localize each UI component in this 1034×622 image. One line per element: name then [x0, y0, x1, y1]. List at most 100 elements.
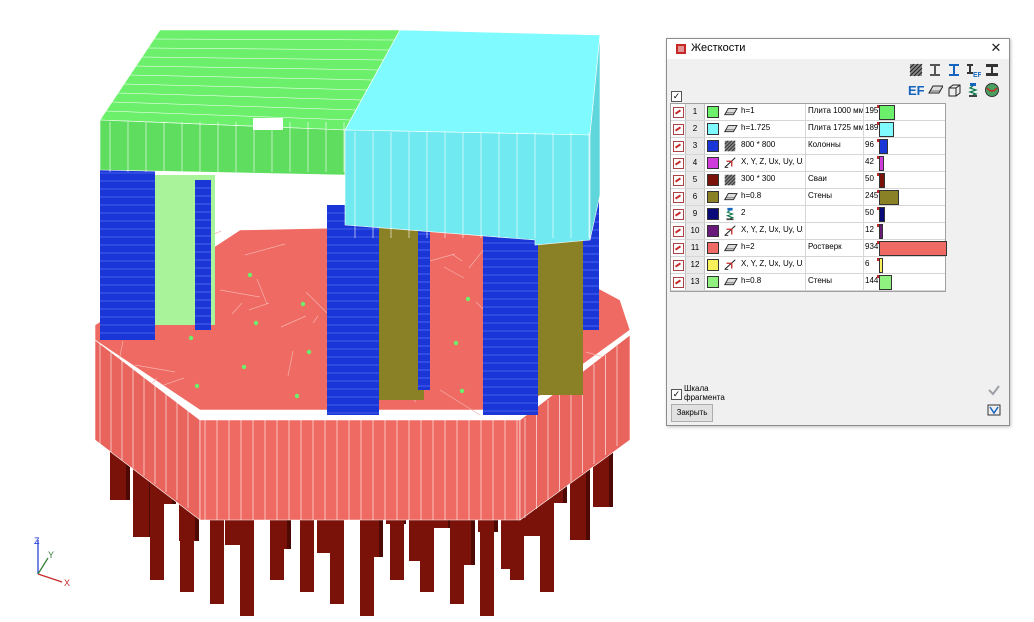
stiffness-name: Стены [805, 274, 864, 290]
row-number: 1 [685, 104, 705, 120]
column-center [327, 205, 379, 415]
element-count-bar [879, 173, 885, 188]
delete-row-icon[interactable] [673, 277, 684, 288]
stiffness-row[interactable]: 6 h=0.8 Стены 245 [671, 189, 945, 206]
delete-row-icon[interactable] [673, 141, 684, 152]
stiffness-row[interactable]: 1 h=1 Плита 1000 мм 195 [671, 104, 945, 121]
stiffness-app-icon [676, 44, 686, 54]
spring-icon[interactable] [964, 81, 982, 99]
row-number: 4 [685, 155, 705, 171]
stiffness-color-swatch[interactable] [707, 157, 719, 169]
axis-y-label: Y [48, 550, 54, 560]
ef-text-icon[interactable]: EF [907, 81, 925, 99]
axis-x-label: X [64, 578, 70, 588]
scale-fragment-checkbox[interactable]: ✓ [671, 389, 682, 400]
stiffness-row[interactable]: 2 h=1.725 Плита 1725 мм 189 [671, 121, 945, 138]
element-count: 934 [863, 240, 880, 256]
stiffness-row[interactable]: 11 h=2 Ростверк 934 [671, 240, 947, 257]
close-button[interactable]: Закрыть [671, 404, 713, 422]
stiffness-color-swatch[interactable] [707, 259, 719, 271]
column-right [483, 235, 538, 415]
plate-icon [721, 122, 739, 136]
dialog-title: Жесткости [691, 42, 746, 54]
element-count-bar [879, 156, 884, 171]
slab-opening [253, 118, 283, 130]
delete-row-icon[interactable] [673, 107, 684, 118]
element-count: 245 [863, 189, 880, 205]
solid-icon[interactable] [945, 81, 963, 99]
stiffness-color-swatch[interactable] [707, 276, 719, 288]
stiffness-parameters: X, Y, Z, Ux, Uy, Uz [741, 225, 803, 234]
model-3d-view[interactable]: Z X Y [0, 0, 660, 622]
sphere-icon[interactable] [983, 81, 1001, 99]
delete-row-icon[interactable] [673, 158, 684, 169]
stiffness-name [805, 206, 864, 222]
stiffness-color-swatch[interactable] [707, 191, 719, 203]
delete-row-icon[interactable] [673, 124, 684, 135]
delete-row-icon[interactable] [673, 175, 684, 186]
stiffness-row[interactable]: 9 2 50 [671, 206, 945, 223]
apply-check-icon[interactable] [987, 383, 1001, 397]
stiffness-color-swatch[interactable] [707, 174, 719, 186]
node-marker [300, 301, 306, 307]
stiffness-color-swatch[interactable] [707, 106, 719, 118]
column-left-back [195, 180, 211, 330]
axis-x-line [37, 573, 63, 583]
stiffness-parameters: 300 * 300 [741, 174, 776, 183]
axis-z-label: Z [34, 536, 40, 546]
column-center-back [418, 210, 430, 390]
stiffness-row[interactable]: 3 800 * 800 Колонны 96 [671, 138, 945, 155]
node-marker [465, 296, 471, 302]
spring-icon [721, 207, 739, 221]
delete-row-icon[interactable] [673, 192, 684, 203]
stiffness-color-swatch[interactable] [707, 123, 719, 135]
element-count-bar [879, 139, 888, 154]
hatched-section-icon [721, 139, 739, 153]
stiffness-parameters: h=0.8 [741, 191, 762, 200]
stiffness-parameters: X, Y, Z, Ux, Uy, Uz [741, 259, 803, 268]
element-count-bar [879, 275, 892, 290]
element-count: 50 [863, 206, 880, 222]
refresh-icon[interactable] [987, 403, 1001, 417]
hatched-section-icon[interactable] [907, 61, 925, 79]
connector-icon [721, 224, 739, 238]
plate-icon[interactable] [926, 81, 944, 99]
row-number: 12 [685, 257, 705, 273]
stiffness-row[interactable]: 10 X, Y, Z, Ux, Uy, Uz 12 [671, 223, 945, 240]
row-number: 9 [685, 206, 705, 222]
delete-row-icon[interactable] [673, 243, 684, 254]
hatched-section-icon [721, 173, 739, 187]
stiffness-name: Сваи [805, 172, 864, 188]
plate-icon [721, 190, 739, 204]
select-all-checkbox[interactable]: ✓ [671, 91, 682, 102]
model-viewport[interactable]: Z X Y [0, 0, 660, 622]
stiffness-row[interactable]: 12 X, Y, Z, Ux, Uy, Uz 6 [671, 257, 945, 274]
stiffness-color-swatch[interactable] [707, 140, 719, 152]
stiffness-name: Ростверк [805, 240, 864, 256]
dialog-titlebar[interactable]: Жесткости ✕ [667, 39, 1009, 59]
stiffness-row[interactable]: 13 h=0.8 Стены 144 [671, 274, 945, 291]
stiffness-row[interactable]: 4 X, Y, Z, Ux, Uy, Uz 42 [671, 155, 945, 172]
stiffness-parameters: h=0.8 [741, 276, 762, 285]
delete-row-icon[interactable] [673, 209, 684, 220]
close-icon[interactable]: ✕ [989, 40, 1003, 56]
element-count: 144 [863, 274, 880, 290]
stiffness-row[interactable]: 5 300 * 300 Сваи 50 [671, 172, 945, 189]
delete-row-icon[interactable] [673, 260, 684, 271]
stiffness-color-swatch[interactable] [707, 225, 719, 237]
i-beam-alt-icon[interactable] [945, 61, 963, 79]
column-left [100, 165, 155, 340]
row-number: 13 [685, 274, 705, 290]
svg-text:EF: EF [973, 72, 981, 78]
beam-stack-icon[interactable] [983, 61, 1001, 79]
row-number: 10 [685, 223, 705, 239]
plate-icon [721, 275, 739, 289]
ef-beam-icon[interactable]: EF [964, 61, 982, 79]
i-beam-icon[interactable] [926, 61, 944, 79]
stiffness-table: 1 h=1 Плита 1000 мм 195 2 h=1.725 Плита 1725 м… [670, 103, 947, 292]
stiffness-color-swatch[interactable] [707, 208, 719, 220]
delete-row-icon[interactable] [673, 226, 684, 237]
node-marker [453, 340, 459, 346]
row-number: 3 [685, 138, 705, 154]
stiffness-color-swatch[interactable] [707, 242, 719, 254]
